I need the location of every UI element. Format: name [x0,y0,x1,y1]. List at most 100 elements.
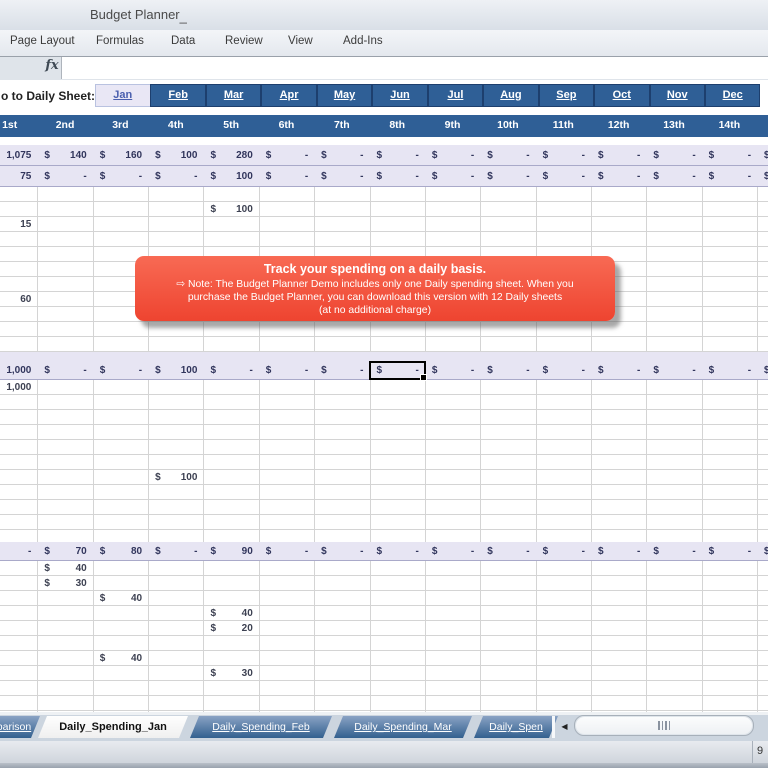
grid-cell[interactable]: $100 [148,145,203,165]
grid-cell[interactable]: $100 [203,166,258,186]
grid-cell[interactable]: $ [757,542,768,560]
active-cell-selection[interactable] [369,361,426,380]
grid-cell[interactable]: $20 [203,621,258,635]
grid-cell[interactable]: 1,000 [0,380,37,394]
grid-cell[interactable]: $80 [93,542,148,560]
grid-cell[interactable]: $- [591,362,646,379]
month-tab-sep[interactable]: Sep [539,84,595,107]
grid-cell[interactable]: $- [536,166,591,186]
grid-cell[interactable]: $- [536,362,591,379]
grid-cell[interactable]: $- [646,166,701,186]
grid-cell[interactable]: $- [591,145,646,165]
ribbon-tab-formulas[interactable]: Formulas [96,35,144,47]
scrollbar-thumb[interactable] [576,717,752,734]
fill-handle[interactable] [420,374,427,381]
grid-cell[interactable]: $- [702,542,757,560]
grid-cell[interactable]: $ [757,166,768,186]
grid-cell[interactable]: $40 [37,561,92,575]
grid-cell[interactable]: $- [480,542,535,560]
sheet-tab-daily-spending-mar[interactable]: Daily_Spending_Mar [334,716,472,738]
month-tab-jan[interactable]: Jan [95,84,151,107]
grid-cell[interactable]: $100 [148,470,203,484]
grid-cell[interactable]: $- [148,166,203,186]
grid-cell[interactable]: $280 [203,145,258,165]
ribbon-tab-page-layout[interactable]: Page Layout [10,35,75,47]
grid-cell[interactable]: $160 [93,145,148,165]
grid-cell[interactable]: $- [148,542,203,560]
grid-cell[interactable]: $- [37,362,92,379]
grid-cell[interactable]: $- [259,362,314,379]
grid-cell[interactable]: - [0,542,37,560]
grid-cell[interactable]: $- [646,362,701,379]
grid-cell[interactable]: $70 [37,542,92,560]
grid-cell[interactable]: $100 [148,362,203,379]
grid-cell[interactable]: $- [702,362,757,379]
month-tab-mar[interactable]: Mar [206,84,262,107]
grid-cell[interactable]: $- [591,542,646,560]
formula-bar-input[interactable] [62,57,768,79]
grid-cell[interactable]: $ [757,145,768,165]
grid-cell[interactable]: $- [259,145,314,165]
grid-cell[interactable]: $- [536,145,591,165]
grid-cell[interactable]: 1,075 [0,145,37,165]
grid-cell[interactable]: $- [480,166,535,186]
grid-cell[interactable]: $- [646,542,701,560]
grid-cell[interactable]: 15 [0,217,37,231]
grid-cell[interactable]: 1,000 [0,362,37,379]
grid-cell[interactable]: $- [93,166,148,186]
ribbon-tab-view[interactable]: View [288,35,313,47]
grid-cell[interactable]: $- [259,542,314,560]
grid-cell[interactable]: $- [425,362,480,379]
grid-cell[interactable]: $- [702,166,757,186]
grid-cell[interactable]: 60 [0,292,37,306]
grid-cell[interactable]: $- [646,145,701,165]
month-tab-jun[interactable]: Jun [372,84,428,107]
month-tab-may[interactable]: May [317,84,373,107]
grid-cell[interactable]: $- [536,542,591,560]
horizontal-scrollbar[interactable] [574,715,754,736]
month-tab-nov[interactable]: Nov [650,84,706,107]
grid-cell[interactable]: $- [314,145,369,165]
ribbon-tab-add-ins[interactable]: Add-Ins [343,35,383,47]
grid-cell[interactable]: $- [259,166,314,186]
grid-cell[interactable]: $30 [203,666,258,680]
grid-cell[interactable]: $- [370,542,425,560]
grid-cell[interactable]: $- [425,145,480,165]
grid-cell[interactable]: $- [314,542,369,560]
grid-cell[interactable]: $40 [93,591,148,605]
grid-cell[interactable]: 75 [0,166,37,186]
month-tab-apr[interactable]: Apr [261,84,317,107]
grid-cell[interactable]: $- [370,166,425,186]
spreadsheet-grid[interactable]: 1,075$140$160$100$280$-$-$-$-$-$-$-$-$-$… [0,137,768,712]
month-tab-oct[interactable]: Oct [594,84,650,107]
grid-cell[interactable]: $- [314,362,369,379]
grid-cell[interactable]: $30 [37,576,92,590]
grid-cell[interactable]: $- [480,362,535,379]
month-tab-aug[interactable]: Aug [483,84,539,107]
month-tab-feb[interactable]: Feb [150,84,206,107]
grid-cell[interactable]: $- [370,145,425,165]
sheet-tab-daily-spending-feb[interactable]: Daily_Spending_Feb [190,716,332,738]
grid-cell[interactable]: $40 [93,651,148,665]
ribbon-tab-review[interactable]: Review [225,35,263,47]
sheet-tab-parison[interactable]: parison [0,716,40,738]
grid-cell[interactable]: $100 [203,202,258,216]
grid-cell[interactable]: $- [425,166,480,186]
sheet-tab-daily-spending-jan[interactable]: Daily_Spending_Jan [38,716,188,738]
grid-cell[interactable]: $140 [37,145,92,165]
grid-cell[interactable]: $90 [203,542,258,560]
ribbon-tab-data[interactable]: Data [171,35,195,47]
grid-cell[interactable]: $- [203,362,258,379]
grid-cell[interactable]: $- [702,145,757,165]
grid-cell[interactable]: $ [757,362,768,379]
grid-cell[interactable]: $- [93,362,148,379]
tab-scroll-left-button[interactable]: ◀ [557,717,572,737]
grid-cell[interactable]: $40 [203,606,258,620]
grid-cell[interactable]: $- [37,166,92,186]
grid-cell[interactable]: $- [425,542,480,560]
sheet-tab-daily-spen[interactable]: Daily_Spen [474,716,558,738]
month-tab-dec[interactable]: Dec [705,84,761,107]
grid-cell[interactable]: $- [591,166,646,186]
grid-cell[interactable]: $- [314,166,369,186]
grid-cell[interactable]: $- [480,145,535,165]
